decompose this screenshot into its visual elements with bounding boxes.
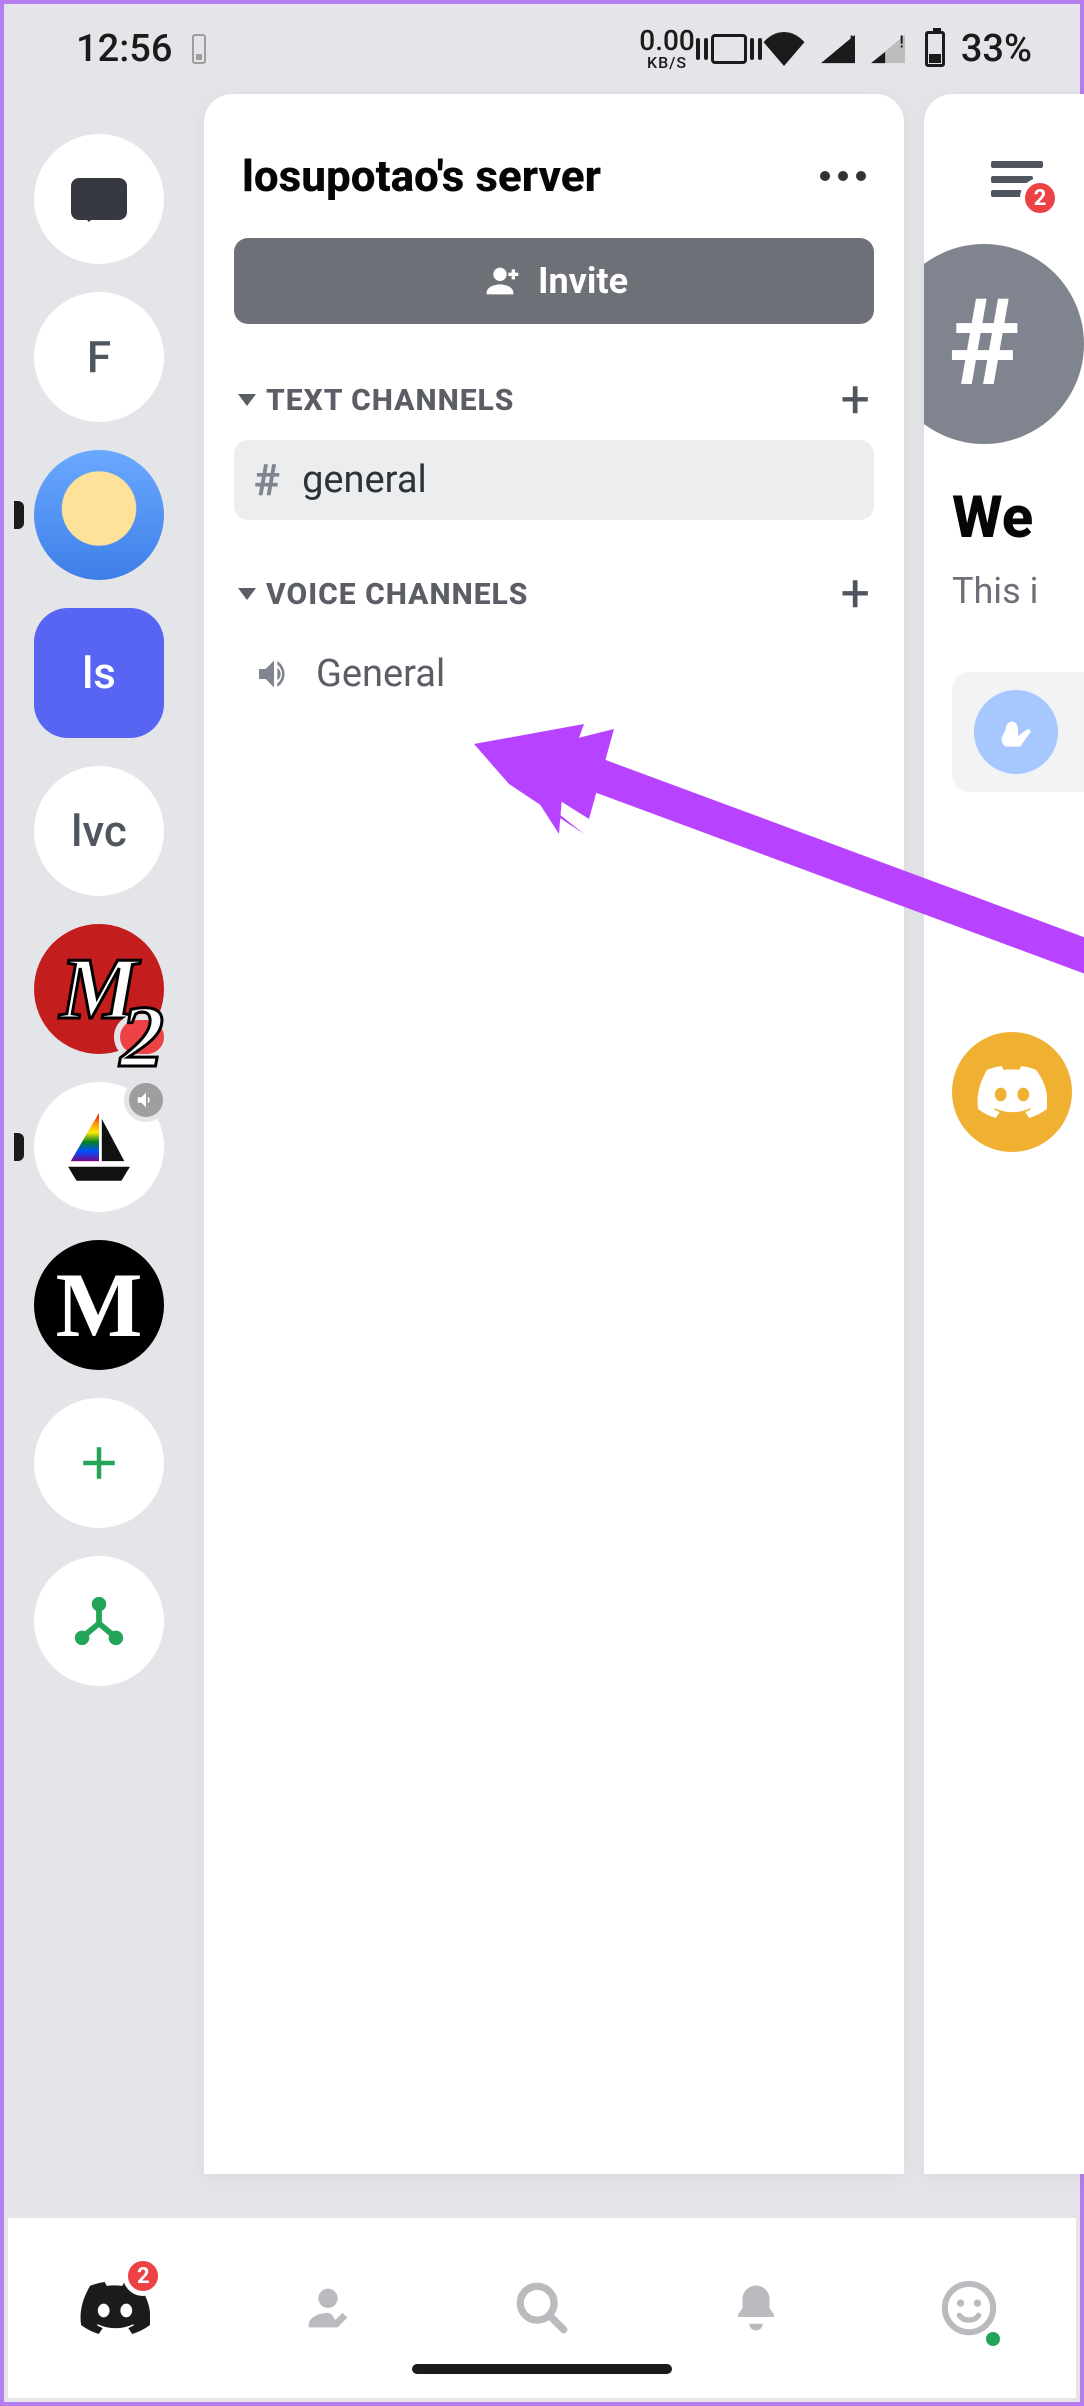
chat-bubble-icon	[71, 178, 127, 220]
channel-list-toggle[interactable]: 2	[972, 134, 1062, 224]
student-hub-button[interactable]	[34, 1556, 164, 1686]
server-cheese[interactable]	[34, 450, 164, 580]
section-label: TEXT CHANNELS	[266, 383, 514, 418]
chevron-down-icon	[238, 588, 256, 600]
channel-drawer: losupotao's server Invite TEXT CHANNELS …	[204, 94, 904, 2174]
section-label: VOICE CHANNELS	[266, 577, 528, 612]
welcome-heading: We	[952, 484, 1033, 552]
unread-indicator	[14, 501, 24, 529]
voice-channels-heading[interactable]: VOICE CHANNELS +	[234, 568, 874, 620]
server-f[interactable]: F	[34, 292, 164, 422]
battery-small-icon	[192, 34, 206, 64]
battery-percent: 33%	[961, 27, 1032, 71]
bottom-nav: 2	[8, 2218, 1076, 2398]
hash-icon: #	[254, 454, 280, 506]
nav-profile[interactable]	[862, 2218, 1076, 2398]
friend-wave-icon	[299, 2279, 357, 2337]
server-sail[interactable]	[34, 1082, 164, 1212]
chevron-down-icon	[238, 394, 256, 406]
server-rail: F ls lvc M 2 M	[24, 134, 174, 1686]
channel-general-voice[interactable]: General	[234, 634, 874, 714]
wifi-icon	[763, 32, 805, 66]
channel-label: general	[302, 458, 427, 502]
search-icon	[513, 2279, 571, 2337]
mention-badge: 2	[114, 1014, 170, 1060]
battery-icon	[925, 31, 945, 67]
server-lvc[interactable]: lvc	[34, 766, 164, 896]
server-ls[interactable]: ls	[34, 608, 164, 738]
main-content-peek[interactable]: 2 # We This i	[924, 94, 1084, 2174]
home-indicator[interactable]	[412, 2364, 672, 2374]
server-more-button[interactable]	[820, 171, 866, 181]
text-channels-heading[interactable]: TEXT CHANNELS +	[234, 374, 874, 426]
invite-icon	[480, 261, 520, 301]
server-m-red[interactable]: M 2	[34, 924, 164, 1054]
mention-badge: 2	[1020, 178, 1060, 218]
invite-label: Invite	[538, 260, 628, 302]
status-time: 12:56	[76, 27, 172, 71]
server-label: M	[56, 1252, 143, 1358]
bell-icon	[729, 2279, 783, 2337]
svg-text:!: !	[899, 34, 904, 53]
svg-text:!: !	[849, 34, 854, 53]
direct-messages-button[interactable]	[34, 134, 164, 264]
channel-hash-hero-icon: #	[884, 244, 1084, 444]
dot-icon	[820, 171, 830, 181]
channel-general-text[interactable]: # general	[234, 440, 874, 520]
welcome-subtitle: This i	[952, 570, 1038, 612]
speaker-icon	[254, 654, 294, 694]
nav-home[interactable]: 2	[8, 2218, 222, 2398]
add-server-button[interactable]	[34, 1398, 164, 1528]
mention-badge: 2	[123, 2256, 163, 2296]
invite-button[interactable]: Invite	[234, 238, 874, 324]
dot-icon	[856, 171, 866, 181]
server-label: ls	[82, 647, 116, 699]
channel-label: General	[316, 652, 445, 696]
status-bar: 12:56 0.00 KB/S ! ! 33%	[4, 4, 1080, 94]
dot-icon	[838, 171, 848, 181]
server-m-black[interactable]: M	[34, 1240, 164, 1370]
unread-indicator	[14, 1133, 24, 1161]
voice-status-icon	[124, 1078, 168, 1122]
plus-icon	[72, 1436, 126, 1490]
server-title[interactable]: losupotao's server	[242, 150, 601, 202]
online-status-dot	[982, 2328, 1004, 2350]
signal-1-icon: !	[821, 34, 855, 64]
wave-icon	[974, 690, 1058, 774]
signal-2-icon: !	[871, 34, 905, 64]
nav-notifications[interactable]	[649, 2218, 863, 2398]
network-speed: 0.00 KB/S	[639, 27, 695, 71]
add-text-channel-button[interactable]: +	[840, 374, 870, 426]
welcome-action-invite[interactable]	[952, 672, 1084, 792]
server-label: lvc	[71, 805, 127, 857]
add-voice-channel-button[interactable]: +	[840, 568, 870, 620]
vibrate-icon	[711, 34, 747, 64]
discord-icon	[977, 1065, 1047, 1119]
discord-logo-badge[interactable]	[952, 1032, 1072, 1152]
hub-icon	[70, 1592, 128, 1650]
nav-friends[interactable]	[222, 2218, 436, 2398]
server-label: F	[87, 331, 111, 383]
